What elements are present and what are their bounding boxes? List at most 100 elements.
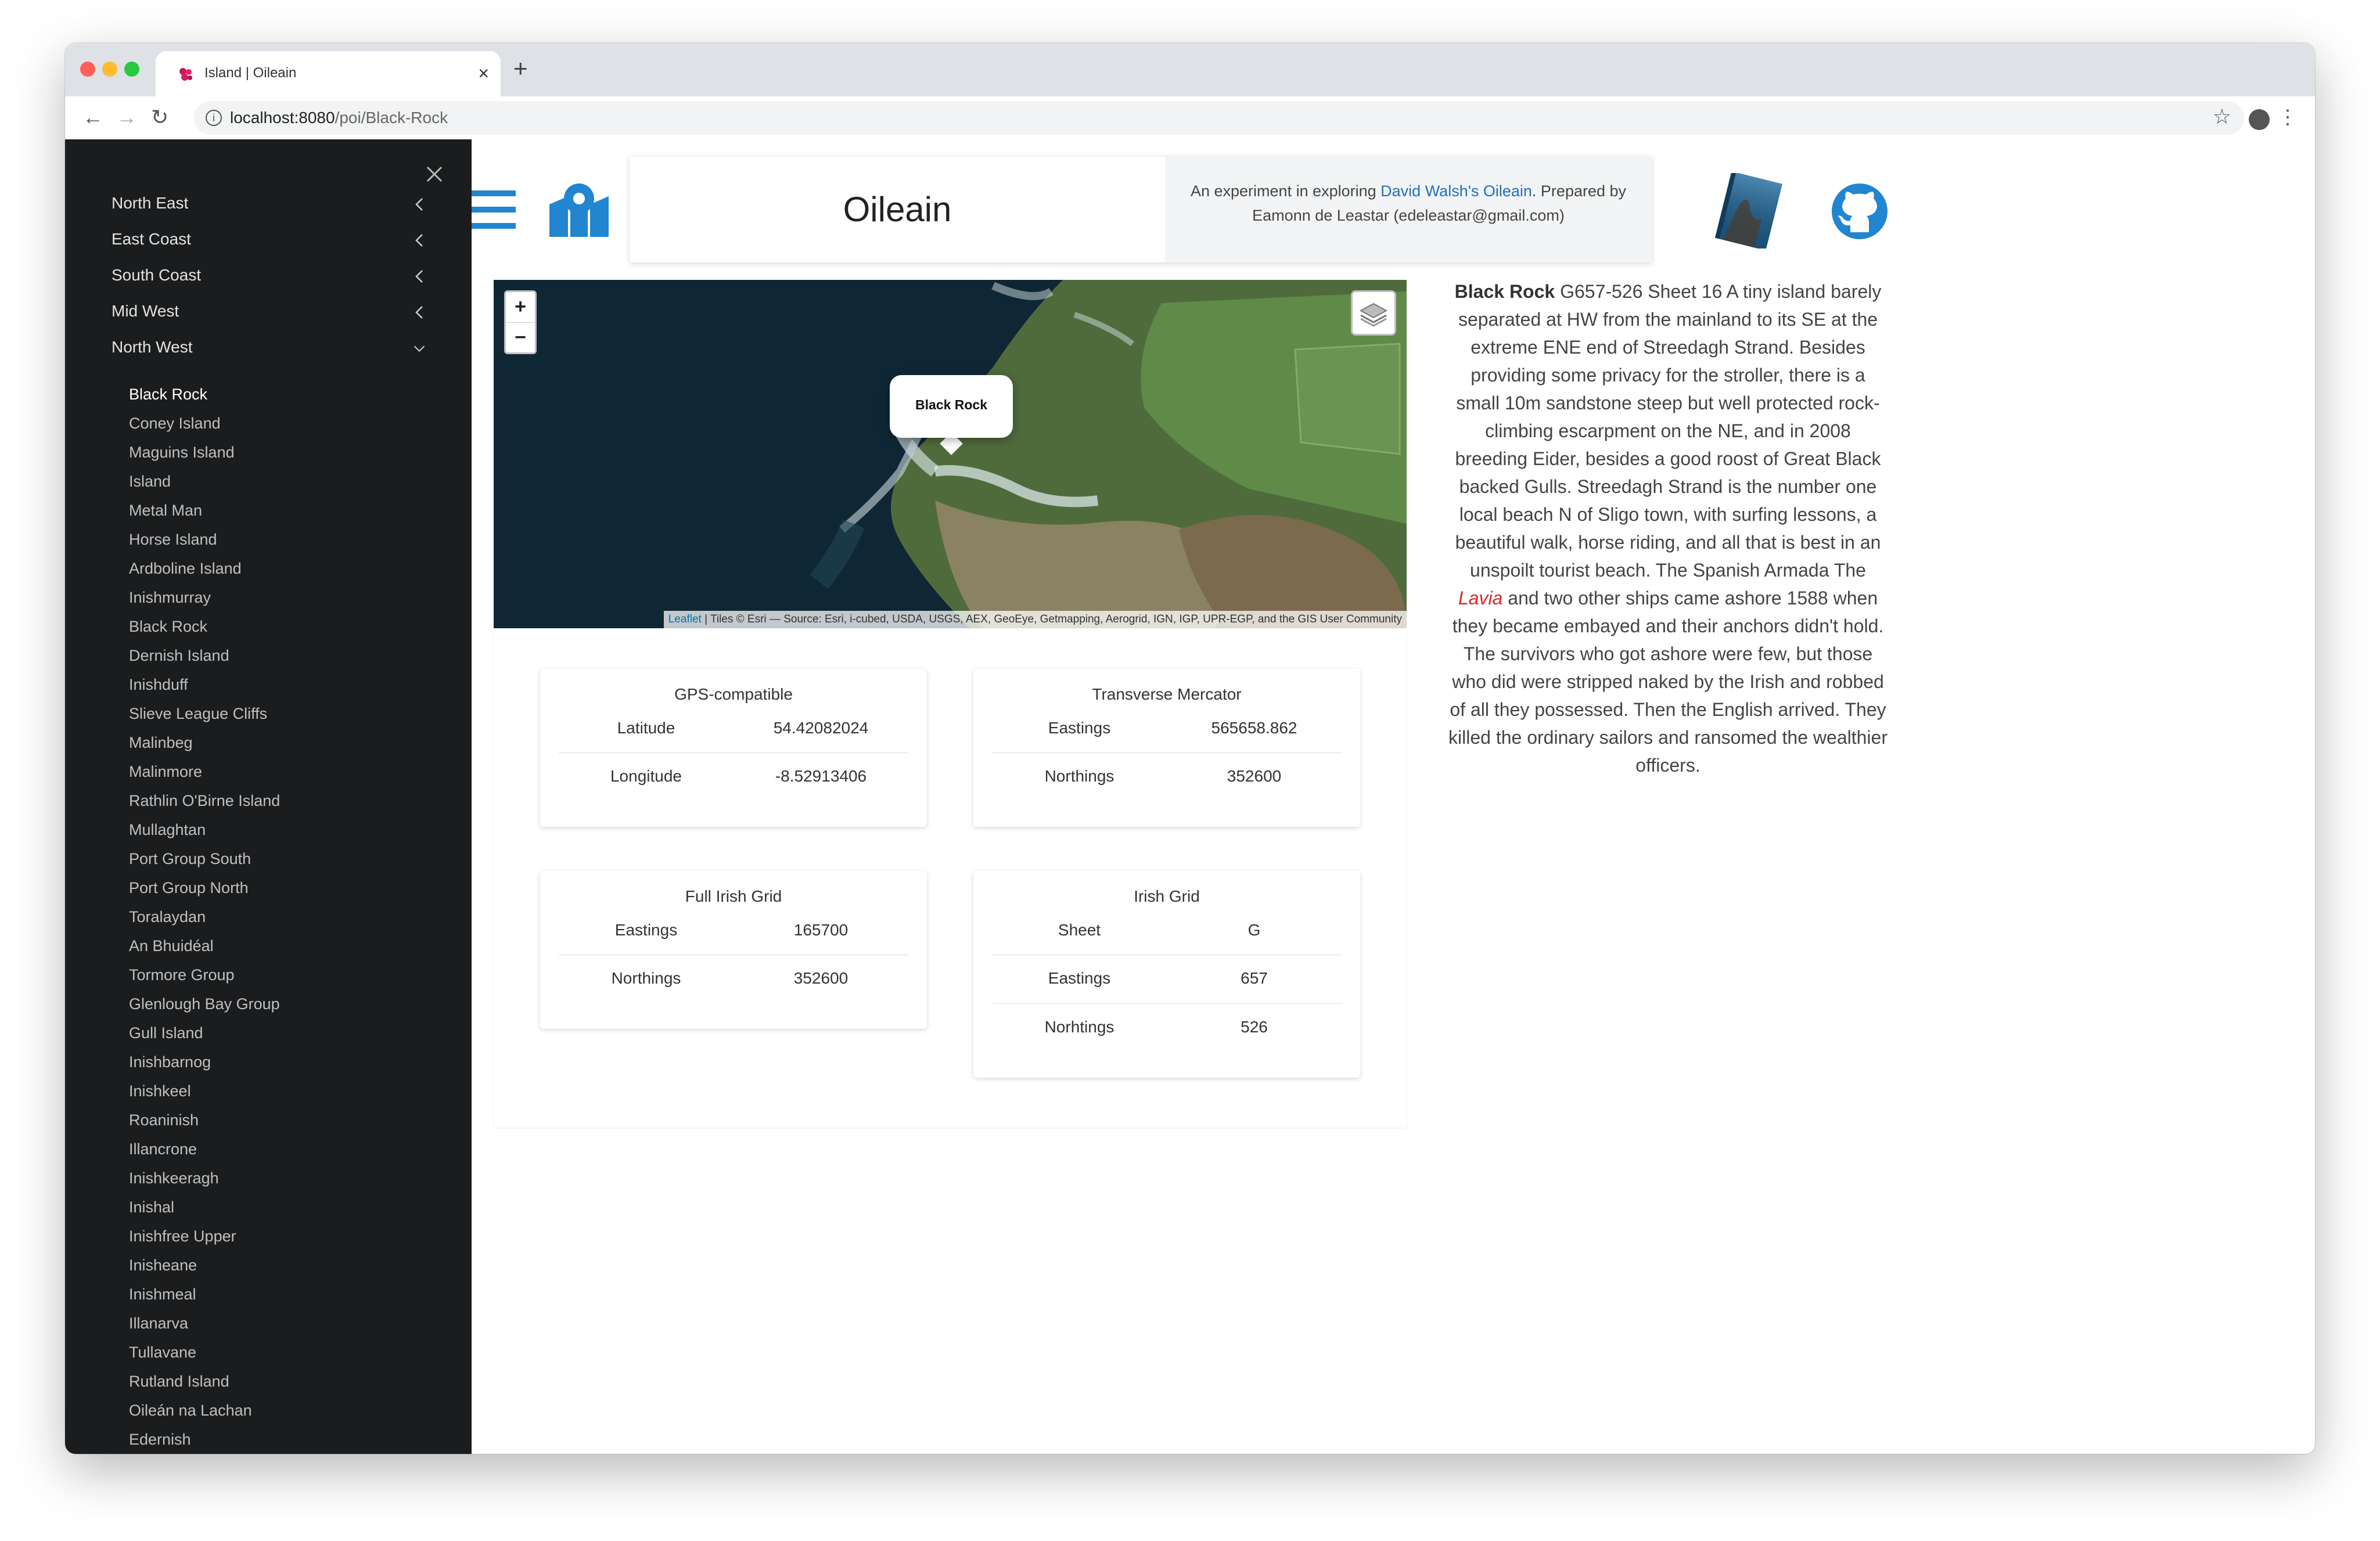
sidebar-island-link[interactable]: Glenlough Bay Group xyxy=(129,995,280,1013)
sidebar-island-link[interactable]: Maguins Island xyxy=(129,444,235,462)
sidebar-island-link[interactable]: Inisheane xyxy=(129,1256,197,1274)
oileain-link[interactable]: David Walsh's Oileain xyxy=(1380,182,1532,200)
forward-icon[interactable]: → xyxy=(116,105,137,130)
reload-icon[interactable]: ↻ xyxy=(151,105,168,130)
sidebar-region-label: Mid West xyxy=(112,302,179,320)
sidebar-island-link[interactable]: Malinmore xyxy=(129,763,202,781)
irish-grid-card: Irish Grid Sheet G Eastings 657 Norhtings 526 xyxy=(973,871,1360,1078)
sidebar-island-link[interactable]: Metal Man xyxy=(129,502,202,520)
sidebar-island-link[interactable]: Inishkeel xyxy=(129,1082,191,1100)
sidebar-region-label: South Coast xyxy=(112,266,202,284)
sidebar-island-link[interactable]: Malinbeg xyxy=(129,734,193,752)
close-window-button[interactable] xyxy=(80,62,95,77)
sidebar-island-link[interactable]: Rathlin O'Birne Island xyxy=(129,792,280,810)
bookmark-star-icon[interactable]: ☆ xyxy=(2213,105,2231,129)
page-viewport: North East East Coast South Coast Mid West N… xyxy=(65,139,2315,1454)
url-host: localhost:8080 xyxy=(230,109,335,127)
sidebar-island-link[interactable]: Black Rock xyxy=(129,618,207,636)
card-row-key: Sheet xyxy=(1058,921,1101,939)
sidebar-island-link[interactable]: Port Group North xyxy=(129,879,249,897)
card-row: Northings 352600 xyxy=(992,753,1342,801)
zoom-out-button[interactable]: − xyxy=(506,323,535,353)
sidebar-region-item[interactable]: North West xyxy=(112,338,425,367)
sidebar-island-link[interactable]: Inishfree Upper xyxy=(129,1227,236,1245)
tab-close-icon[interactable]: × xyxy=(478,60,489,86)
description-name: Black Rock xyxy=(1454,281,1555,302)
sidebar-island-link[interactable]: Dernish Island xyxy=(129,647,229,665)
sidebar-island-link[interactable]: Inishkeeragh xyxy=(129,1169,219,1187)
title-section: Oileain xyxy=(630,157,1165,262)
sidebar-region-item[interactable]: North East xyxy=(112,194,425,223)
leaflet-map[interactable]: + − Black Rock Leaflet | Tiles © Esri — … xyxy=(494,280,1407,628)
sidebar-region-label: North East xyxy=(112,194,189,212)
island-description: Black Rock G657-526 Sheet 16 A tiny isla… xyxy=(1447,278,1889,779)
card-row-value: 565658.862 xyxy=(1211,719,1297,737)
sidebar-region-item[interactable]: Mid West xyxy=(112,302,425,331)
sidebar-island-link[interactable]: Port Group South xyxy=(129,850,251,868)
layers-button[interactable] xyxy=(1351,290,1396,336)
card-row-value: 352600 xyxy=(1227,767,1282,785)
sidebar-island-link[interactable]: An Bhuidéal xyxy=(129,937,214,955)
card-row-key: Northings xyxy=(611,969,681,987)
sidebar-region-item[interactable]: South Coast xyxy=(112,266,425,295)
minimize-window-button[interactable] xyxy=(102,62,117,77)
sidebar-island-link[interactable]: Tullavane xyxy=(129,1344,196,1362)
github-icon[interactable] xyxy=(1831,182,1889,240)
sidebar-island-link[interactable]: Inishal xyxy=(129,1198,174,1216)
sidebar-island-link[interactable]: Gull Island xyxy=(129,1024,203,1042)
hamburger-menu-icon[interactable] xyxy=(472,190,516,237)
tab-title: Island | Oileain xyxy=(204,65,297,81)
info-icon[interactable]: i xyxy=(206,110,222,126)
layers-icon xyxy=(1359,303,1388,327)
sidebar-island-link[interactable]: Coney Island xyxy=(129,415,221,433)
sidebar-island-link[interactable]: Slieve League Cliffs xyxy=(129,705,267,723)
sidebar-island-link[interactable]: Ardboline Island xyxy=(129,560,242,578)
sidebar-island-link[interactable]: Rutland Island xyxy=(129,1373,229,1391)
card-row: Latitude 54.42082024 xyxy=(559,705,908,753)
book-cover-icon[interactable] xyxy=(1707,173,1789,249)
intro-section: An experiment in exploring David Walsh's… xyxy=(1165,157,1652,262)
browser-tab[interactable]: Island | Oileain × xyxy=(156,51,501,96)
back-icon[interactable]: ← xyxy=(82,105,103,130)
new-tab-button[interactable]: + xyxy=(513,56,528,81)
sidebar-island-link[interactable]: Toralaydan xyxy=(129,908,206,926)
sidebar-island-link[interactable]: Tormore Group xyxy=(129,966,235,984)
tab-strip: Island | Oileain × + xyxy=(65,43,2315,96)
sidebar-region-item[interactable]: East Coast xyxy=(112,230,425,259)
sidebar-island-link[interactable]: Horse Island xyxy=(129,531,217,549)
card-row-value: -8.52913406 xyxy=(775,767,867,785)
map-popup[interactable]: Black Rock xyxy=(890,375,1013,438)
card-title: Irish Grid xyxy=(1134,887,1200,905)
map-attribution: Leaflet | Tiles © Esri — Source: Esri, i… xyxy=(663,611,1407,628)
sidebar-island-link[interactable]: Edernish xyxy=(129,1431,191,1449)
description-text-before: G657-526 Sheet 16 A tiny island barely s… xyxy=(1455,281,1882,581)
zoom-in-button[interactable]: + xyxy=(506,292,535,323)
sidebar-island-link[interactable]: Black Rock xyxy=(129,386,207,404)
chevron-left-icon xyxy=(415,270,423,283)
sidebar-island-link[interactable]: Roaninish xyxy=(129,1111,199,1129)
card-row-value: 352600 xyxy=(793,969,849,987)
card-title: Full Irish Grid xyxy=(685,887,782,905)
sidebar-island-link[interactable]: Mullaghtan xyxy=(129,821,206,839)
sidebar-island-link[interactable]: Island xyxy=(129,473,171,491)
browser-toolbar: ← → ↻ i localhost:8080/poi/Black-Rock ☆ … xyxy=(65,96,2315,140)
card-row: Northings 352600 xyxy=(559,955,908,1003)
card-row-key: Latitude xyxy=(617,719,675,737)
sidebar-island-link[interactable]: Illancrone xyxy=(129,1140,197,1158)
maximize-window-button[interactable] xyxy=(124,62,139,77)
card-row-key: Northings xyxy=(1044,767,1114,785)
intro-text: An experiment in exploring David Walsh's… xyxy=(1182,179,1634,228)
sidebar-island-link[interactable]: Oileán na Lachan xyxy=(129,1402,252,1420)
map-logo-icon[interactable] xyxy=(547,181,611,239)
sidebar-island-link[interactable]: Inishbarnog xyxy=(129,1053,211,1071)
account-icon[interactable] xyxy=(2249,109,2270,130)
browser-menu-icon[interactable]: ⋮ xyxy=(2278,107,2298,128)
sidebar-island-link[interactable]: Inishduff xyxy=(129,676,188,694)
card-row-key: Norhtings xyxy=(1044,1018,1114,1036)
sidebar-island-link[interactable]: Inishmeal xyxy=(129,1286,196,1304)
sidebar-island-link[interactable]: Illanarva xyxy=(129,1315,188,1333)
leaflet-link[interactable]: Leaflet xyxy=(668,613,702,625)
address-bar[interactable]: i localhost:8080/poi/Black-Rock ☆ xyxy=(194,101,2244,135)
sidebar-island-link[interactable]: Inishmurray xyxy=(129,589,211,607)
close-icon[interactable] xyxy=(424,164,445,185)
